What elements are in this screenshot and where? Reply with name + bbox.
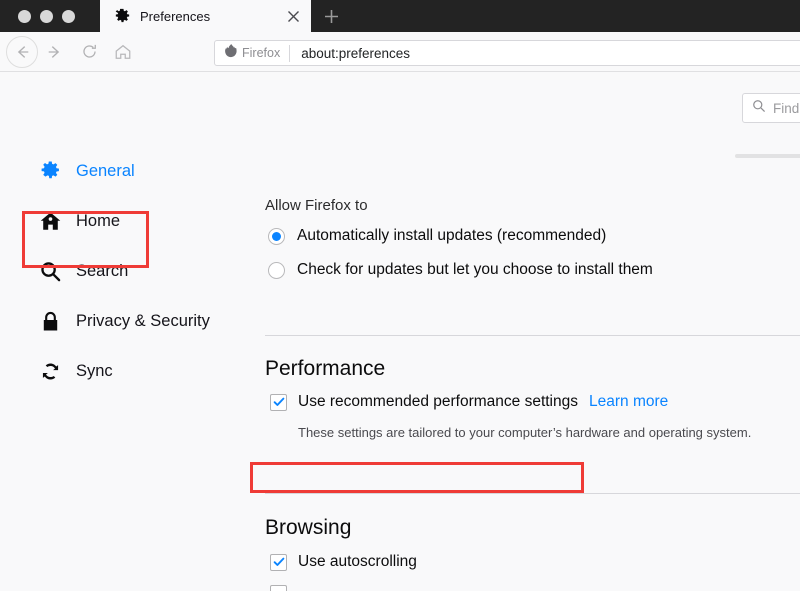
sidebar-item-general[interactable]: General [0, 150, 250, 192]
reload-button[interactable] [72, 35, 106, 69]
sidebar-item-label: Home [76, 211, 121, 230]
browser-window: Preferences Firefox about:preferences Fi… [0, 0, 800, 591]
checkbox-label: Use autoscrolling [298, 553, 417, 570]
search-placeholder: Find [773, 100, 800, 116]
performance-hint: These settings are tailored to your comp… [298, 425, 752, 440]
radio-unselected-icon[interactable] [268, 261, 285, 279]
preferences-sidebar: General Home Search Privacy & Security S… [0, 73, 250, 392]
tab-title: Preferences [140, 8, 211, 24]
search-preferences-box[interactable]: Find [742, 93, 800, 123]
sidebar-item-home[interactable]: Home [0, 200, 250, 242]
search-icon [752, 99, 766, 118]
home-button[interactable] [106, 35, 140, 69]
allow-firefox-to-label: Allow Firefox to [265, 197, 368, 214]
performance-section-title: Performance [265, 357, 386, 380]
sidebar-item-label: General [76, 161, 135, 180]
address-bar[interactable]: Firefox about:preferences [214, 40, 800, 66]
window-controls[interactable] [0, 0, 100, 32]
new-tab-button[interactable] [311, 0, 351, 32]
firefox-logo-icon [223, 43, 237, 63]
checkbox-icon[interactable] [270, 585, 287, 591]
sidebar-item-search[interactable]: Search [0, 250, 250, 292]
window-maximize-button[interactable] [62, 9, 75, 23]
radio-label: Check for updates but let you choose to … [297, 261, 653, 278]
home-icon [38, 209, 62, 233]
checkbox-label: Use recommended performance settings [298, 393, 578, 410]
forward-button[interactable] [38, 35, 72, 69]
browsing-section-title: Browsing [265, 516, 352, 539]
radio-auto-install-updates[interactable]: Automatically install updates (recommend… [268, 227, 606, 245]
checkbox-partial-next-option[interactable] [270, 585, 287, 591]
lock-icon [38, 309, 62, 333]
top-divider [735, 154, 800, 158]
identity-box[interactable]: Firefox [223, 43, 291, 63]
window-minimize-button[interactable] [40, 9, 53, 23]
section-divider [265, 493, 800, 494]
checkbox-checked-icon[interactable] [270, 393, 287, 411]
highlight-box-performance-checkbox [250, 462, 584, 493]
sidebar-item-label: Sync [76, 361, 113, 380]
close-icon[interactable] [283, 6, 303, 26]
radio-selected-icon[interactable] [268, 227, 285, 245]
sync-icon [38, 359, 62, 383]
sidebar-item-sync[interactable]: Sync [0, 350, 250, 392]
section-divider [265, 335, 800, 336]
magnifier-icon [38, 259, 62, 283]
radio-check-updates-manual[interactable]: Check for updates but let you choose to … [268, 261, 653, 279]
sidebar-item-label: Search [76, 261, 129, 280]
gear-icon [114, 8, 131, 25]
learn-more-link[interactable]: Learn more [589, 393, 668, 411]
sidebar-item-label: Privacy & Security [76, 311, 210, 330]
identity-label: Firefox [242, 46, 281, 60]
checkbox-use-autoscrolling[interactable]: Use autoscrolling [270, 553, 417, 571]
url-text[interactable]: about:preferences [290, 46, 410, 61]
gear-icon [38, 159, 62, 183]
checkbox-checked-icon[interactable] [270, 553, 287, 571]
radio-label: Automatically install updates (recommend… [297, 227, 607, 244]
checkbox-use-recommended-performance[interactable]: Use recommended performance settings Lea… [270, 393, 668, 411]
preferences-page: Find General Home Search Privacy & Secur… [0, 73, 800, 591]
back-button[interactable] [6, 35, 38, 68]
tab-preferences[interactable]: Preferences [100, 0, 311, 32]
window-close-button[interactable] [18, 9, 31, 23]
sidebar-item-privacy-security[interactable]: Privacy & Security [0, 300, 250, 342]
tab-bar: Preferences [0, 0, 800, 32]
